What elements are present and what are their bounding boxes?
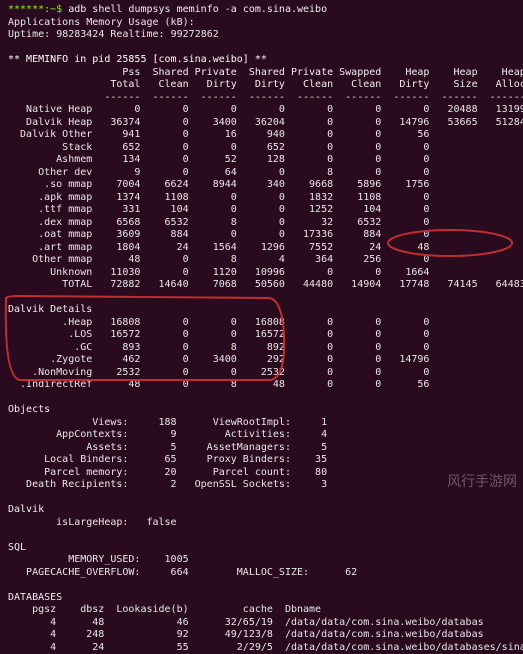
objects-table: Views: 188 ViewRootImpl: 1 AppContexts: … <box>8 417 515 492</box>
sql-table: MEMORY_USED: 1005 PAGECACHE_OVERFLOW: 66… <box>8 554 515 579</box>
meminfo-title: ** MEMINFO in pid 25855 [com.sina.weibo]… <box>8 54 515 67</box>
table-row: .GC 893 0 8 892 0 0 0 <box>8 342 515 355</box>
apps-mem-title: Applications Memory Usage (kB): <box>8 17 515 30</box>
table-row: 4 24 55 2/29/5 /data/data/com.sina.weibo… <box>8 642 515 654</box>
table-row: Local Binders: 65 Proxy Binders: 35 <box>8 454 515 467</box>
dalvik-islargeheap: isLargeHeap: false <box>8 517 515 530</box>
table-row: 4 48 46 32/65/19 /data/data/com.sina.wei… <box>8 617 515 630</box>
table-row: MEMORY_USED: 1005 <box>8 554 515 567</box>
shell-command: adb shell dumpsys meminfo -a com.sina.we… <box>68 4 327 15</box>
table-separator: ------ ------ ------ ------ ------ -----… <box>8 92 515 105</box>
table-row: Assets: 5 AssetManagers: 5 <box>8 442 515 455</box>
table-header-2: Total Clean Dirty Dirty Clean Clean Dirt… <box>8 79 515 92</box>
db-header: pgsz dbsz Lookaside(b) cache Dbname <box>8 604 515 617</box>
table-row: AppContexts: 9 Activities: 4 <box>8 429 515 442</box>
table-row: .NonMoving 2532 0 0 2532 0 0 0 <box>8 367 515 380</box>
table-row: 4 248 92 49/123/8 /data/data/com.sina.we… <box>8 629 515 642</box>
dalvik-details-table: .Heap 16808 0 0 16808 0 0 0 .LOS 16572 0… <box>8 317 515 392</box>
table-row: Views: 188 ViewRootImpl: 1 <box>8 417 515 430</box>
db-table: 4 48 46 32/65/19 /data/data/com.sina.wei… <box>8 617 515 654</box>
dalvik-details-title: Dalvik Details <box>8 304 515 317</box>
table-row: TOTAL 72882 14640 7068 50560 44480 14904… <box>8 279 515 292</box>
shell-prompt-line[interactable]: ******:~$ adb shell dumpsys meminfo -a c… <box>8 4 515 17</box>
databases-title: DATABASES <box>8 592 515 605</box>
sql-title: SQL <box>8 542 515 555</box>
table-row: .dex mmap 6568 6532 8 0 32 6532 0 <box>8 217 515 230</box>
dalvik-section: Dalvik <box>8 504 515 517</box>
table-row: Other mmap 48 0 8 4 364 256 0 <box>8 254 515 267</box>
table-row: .IndirectRef 48 0 8 48 0 0 56 <box>8 379 515 392</box>
prompt-user-host: ******:~$ <box>8 4 62 15</box>
table-row: .apk mmap 1374 1108 0 0 1832 1108 0 <box>8 192 515 205</box>
table-header-1: Pss Shared Private Shared Private Swappe… <box>8 67 515 80</box>
table-row: Other dev 9 0 64 0 8 0 0 <box>8 167 515 180</box>
table-row: Parcel memory: 20 Parcel count: 80 <box>8 467 515 480</box>
table-row: .LOS 16572 0 0 16572 0 0 0 <box>8 329 515 342</box>
table-row: .oat mmap 3609 884 0 0 17336 884 0 <box>8 229 515 242</box>
table-row: .so mmap 7004 6624 8944 340 9668 5896 17… <box>8 179 515 192</box>
uptime-line: Uptime: 98283424 Realtime: 99272862 <box>8 29 515 42</box>
objects-title: Objects <box>8 404 515 417</box>
table-row: Native Heap 0 0 0 0 0 0 0 20488 13199 72… <box>8 104 515 117</box>
table-row: Dalvik Other 941 0 16 940 0 0 56 <box>8 129 515 142</box>
table-row: .Heap 16808 0 0 16808 0 0 0 <box>8 317 515 330</box>
table-row: Ashmem 134 0 52 128 0 0 0 <box>8 154 515 167</box>
table-row: .Zygote 462 0 3400 292 0 0 14796 <box>8 354 515 367</box>
table-row: PAGECACHE_OVERFLOW: 664 MALLOC_SIZE: 62 <box>8 567 515 580</box>
table-row: Dalvik Heap 36374 0 3400 36204 0 0 14796… <box>8 117 515 130</box>
meminfo-table: Native Heap 0 0 0 0 0 0 0 20488 13199 72… <box>8 104 515 292</box>
table-row: Unknown 11030 0 1120 10996 0 0 1664 <box>8 267 515 280</box>
table-row: Death Recipients: 2 OpenSSL Sockets: 3 <box>8 479 515 492</box>
table-row: .ttf mmap 331 104 0 0 1252 104 0 <box>8 204 515 217</box>
table-row: Stack 652 0 0 652 0 0 0 <box>8 142 515 155</box>
table-row: .art mmap 1804 24 1564 1296 7552 24 48 <box>8 242 515 255</box>
